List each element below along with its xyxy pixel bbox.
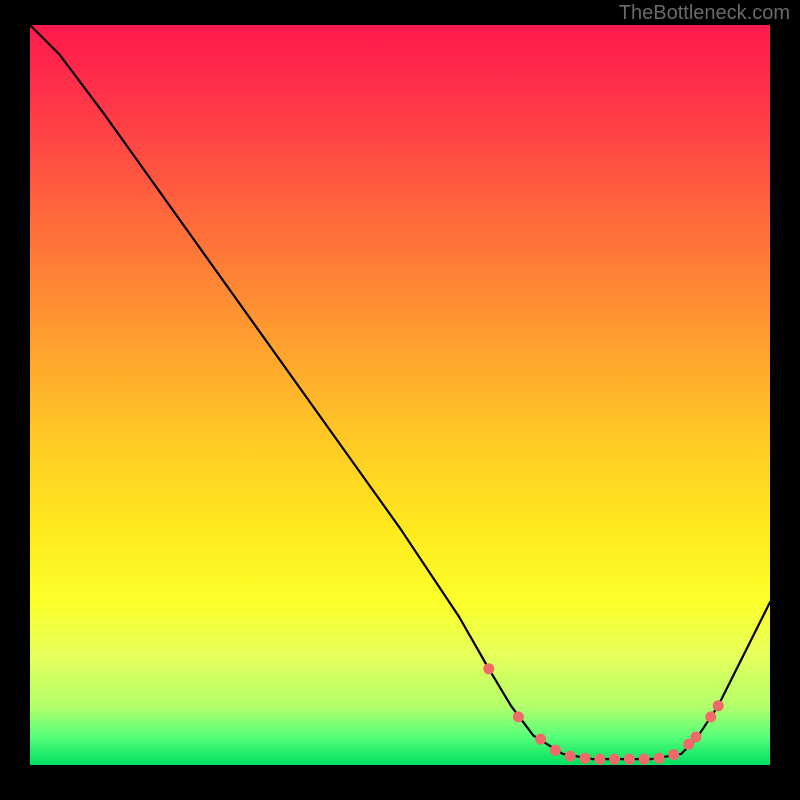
curve-marker [609, 754, 620, 765]
chart-plot-area [30, 25, 770, 765]
curve-marker [668, 749, 679, 760]
watermark-text: TheBottleneck.com [619, 2, 790, 25]
curve-marker [654, 753, 665, 764]
curve-marker [639, 754, 650, 765]
curve-markers [483, 663, 723, 764]
curve-marker [691, 731, 702, 742]
curve-marker [713, 700, 724, 711]
curve-marker [550, 745, 561, 756]
chart-svg [30, 25, 770, 765]
curve-marker [624, 754, 635, 765]
curve-marker [594, 754, 605, 765]
curve-marker [483, 663, 494, 674]
bottleneck-curve [30, 25, 770, 759]
curve-marker [513, 711, 524, 722]
curve-marker [565, 751, 576, 762]
curve-marker [705, 711, 716, 722]
curve-marker [580, 753, 591, 764]
curve-marker [535, 734, 546, 745]
